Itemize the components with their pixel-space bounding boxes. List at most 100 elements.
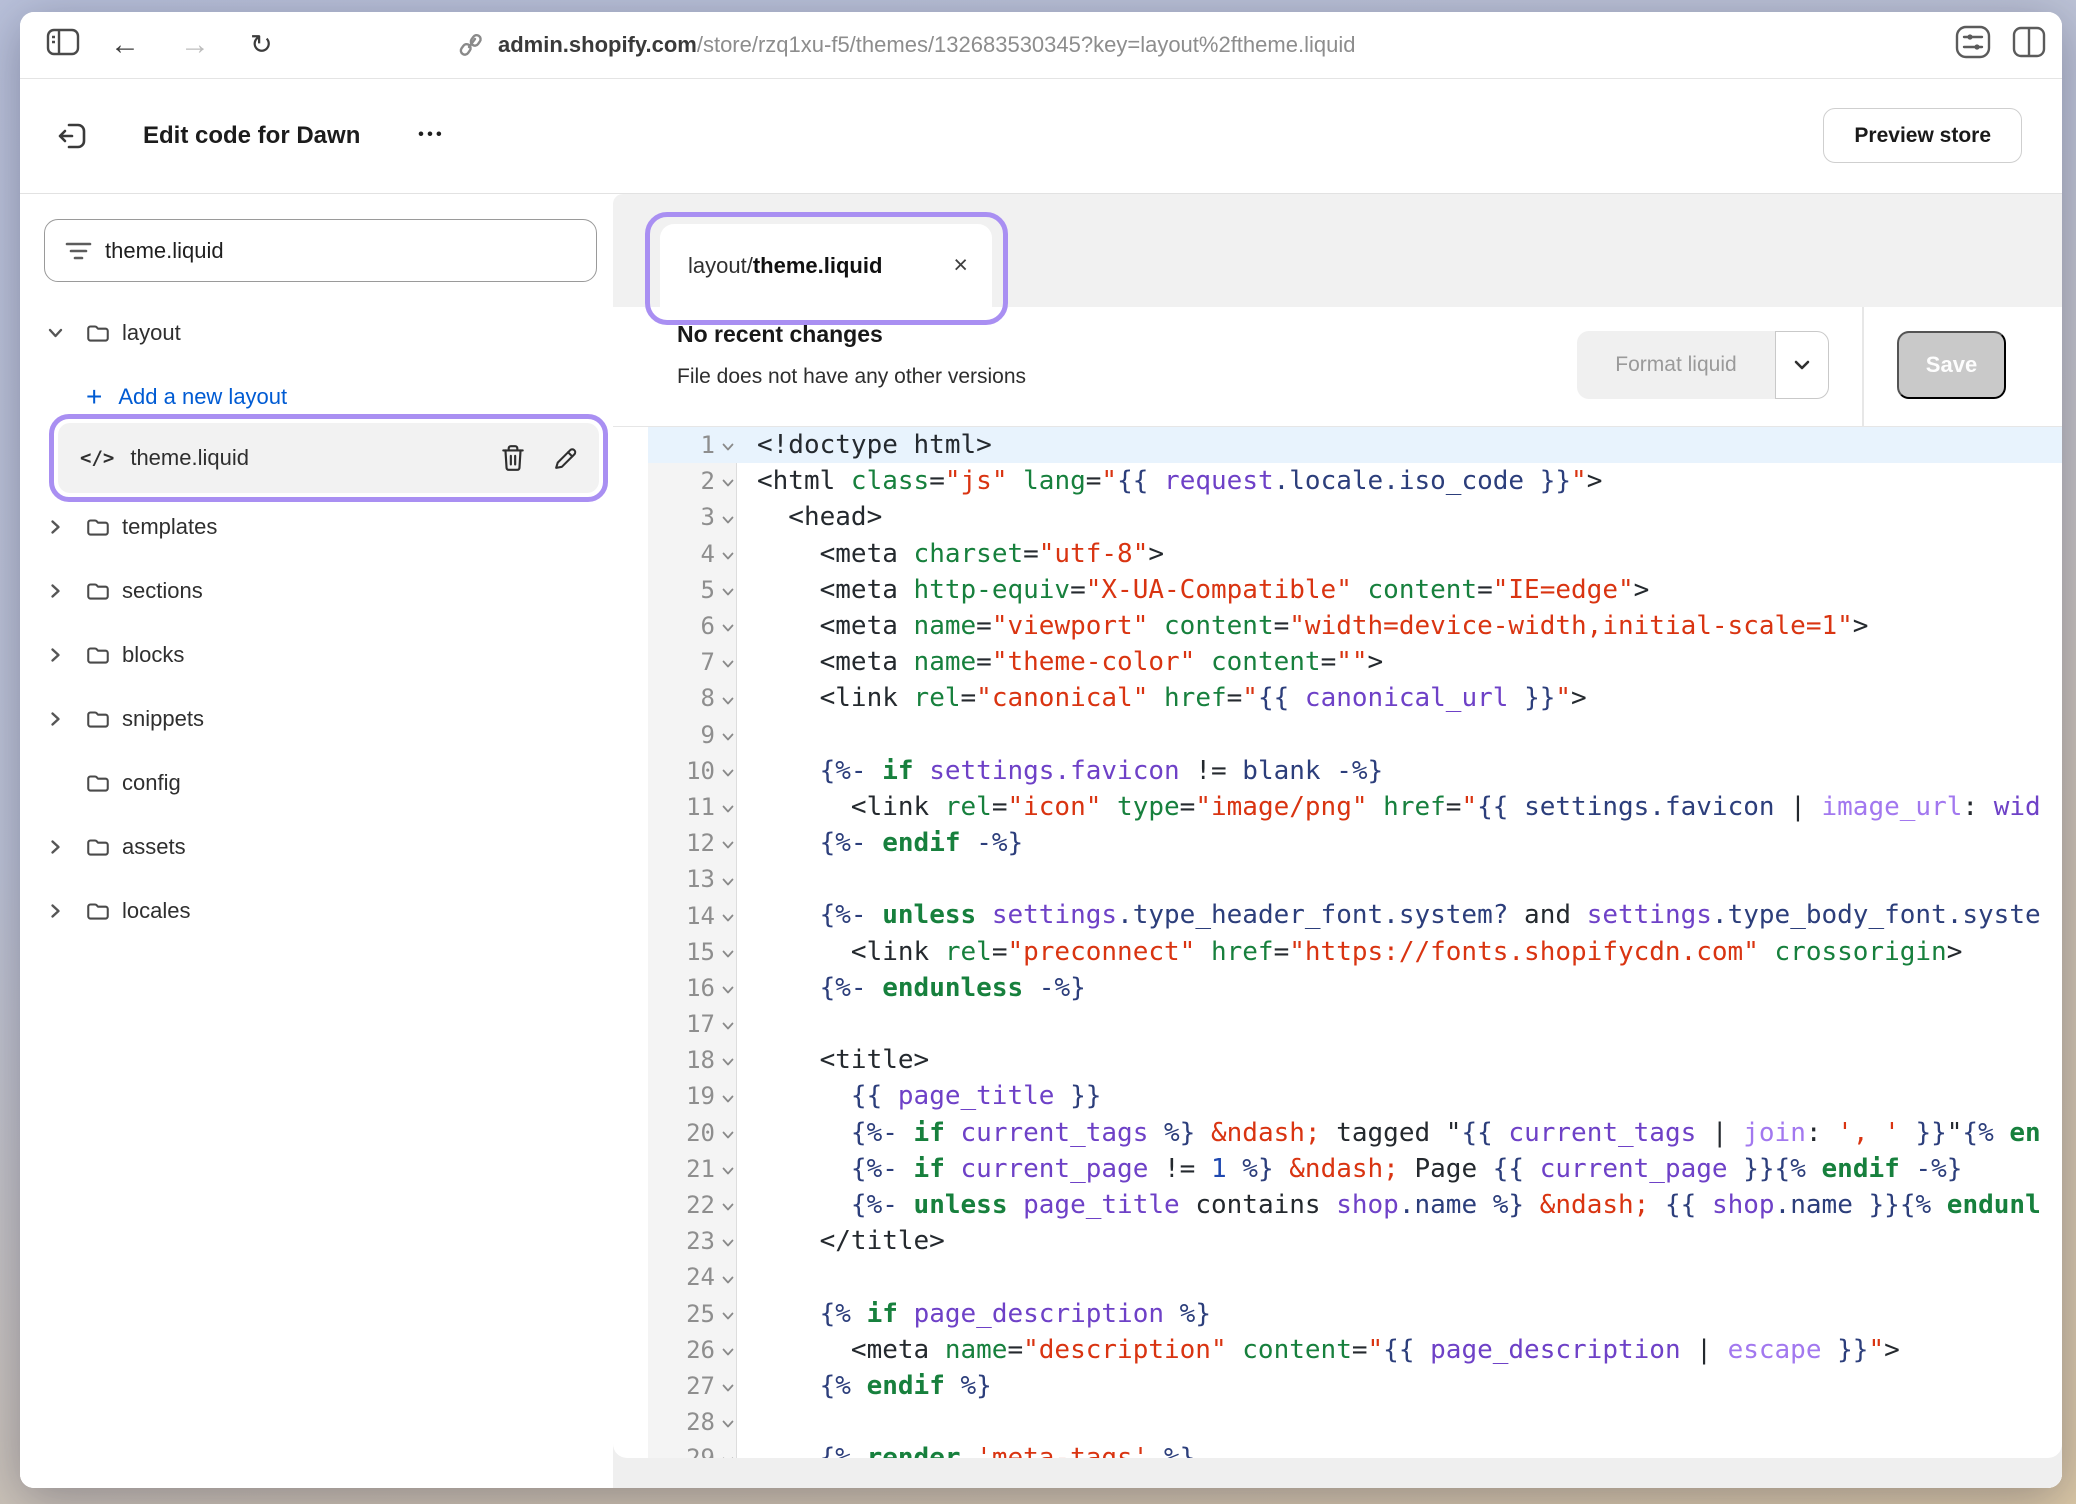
code-line[interactable]: 6 <meta name="viewport" content="width=d…	[648, 608, 2062, 644]
code-text[interactable]: {% if page_description %}	[737, 1296, 2062, 1332]
code-line[interactable]: 8 <link rel="canonical" href="{{ canonic…	[648, 680, 2062, 716]
sidebar-item-blocks[interactable]: blocks	[20, 623, 613, 687]
code-text[interactable]: <link rel="preconnect" href="https://fon…	[737, 934, 2062, 970]
code-text[interactable]: {%- endunless -%}	[737, 970, 2062, 1006]
tab-theme-liquid[interactable]: layout/theme.liquid ×	[660, 224, 992, 307]
fold-chevron-icon[interactable]	[722, 841, 734, 849]
code-text[interactable]	[737, 1006, 2062, 1042]
fold-chevron-icon[interactable]	[722, 1058, 734, 1066]
sidebar-item-layout[interactable]: layout	[20, 301, 613, 365]
fold-chevron-icon[interactable]	[722, 1203, 734, 1211]
code-line[interactable]: 28	[648, 1404, 2062, 1440]
exit-code-editor-icon[interactable]	[56, 119, 90, 153]
reload-icon[interactable]: ↻	[250, 32, 273, 59]
fold-chevron-icon[interactable]	[722, 1420, 734, 1428]
preview-store-button[interactable]: Preview store	[1823, 108, 2022, 163]
delete-file-icon[interactable]	[500, 444, 526, 472]
code-line[interactable]: 1 <!doctype html>	[648, 427, 2062, 463]
browser-settings-icon[interactable]	[1954, 24, 1992, 66]
save-button[interactable]: Save	[1897, 331, 2006, 399]
code-line[interactable]: 4 <meta charset="utf-8">	[648, 536, 2062, 572]
code-text[interactable]	[737, 717, 2062, 753]
chevron-down-icon[interactable]	[48, 778, 85, 788]
fold-chevron-icon[interactable]	[722, 914, 734, 922]
sidebar-toggle-icon[interactable]	[46, 28, 80, 62]
code-text[interactable]	[737, 861, 2062, 897]
code-text[interactable]: {%- if current_tags %} &ndash; tagged "{…	[737, 1115, 2062, 1151]
code-text[interactable]: <head>	[737, 499, 2062, 535]
code-line[interactable]: 5 <meta http-equiv="X-UA-Compatible" con…	[648, 572, 2062, 608]
file-search-box[interactable]	[44, 219, 597, 282]
fold-chevron-icon[interactable]	[722, 552, 734, 560]
fold-chevron-icon[interactable]	[722, 1276, 734, 1284]
fold-chevron-icon[interactable]	[722, 805, 734, 813]
code-line[interactable]: 2 <html class="js" lang="{{ request.loca…	[648, 463, 2062, 499]
sidebar-item-assets[interactable]: assets	[20, 815, 613, 879]
code-text[interactable]: {%- endif -%}	[737, 825, 2062, 861]
close-tab-icon[interactable]: ×	[953, 253, 968, 278]
chevron-right-icon[interactable]	[48, 842, 85, 852]
code-text[interactable]: <meta charset="utf-8">	[737, 536, 2062, 572]
code-text[interactable]: <link rel="icon" type="image/png" href="…	[737, 789, 2062, 825]
code-line[interactable]: 7 <meta name="theme-color" content="">	[648, 644, 2062, 680]
fold-chevron-icon[interactable]	[722, 1457, 734, 1459]
fold-chevron-icon[interactable]	[722, 1384, 734, 1392]
fold-chevron-icon[interactable]	[722, 1095, 734, 1103]
format-liquid-button[interactable]: Format liquid	[1577, 331, 1829, 399]
chevron-right-icon[interactable]	[48, 714, 85, 724]
code-line[interactable]: 9	[648, 717, 2062, 753]
code-text[interactable]: <title>	[737, 1042, 2062, 1078]
split-view-icon[interactable]	[2012, 26, 2046, 64]
rename-file-icon[interactable]	[552, 445, 579, 472]
code-line[interactable]: 13	[648, 861, 2062, 897]
code-text[interactable]	[737, 1404, 2062, 1440]
code-line[interactable]: 21 {%- if current_page != 1 %} &ndash; P…	[648, 1151, 2062, 1187]
code-line[interactable]: 12 {%- endif -%}	[648, 825, 2062, 861]
code-text[interactable]	[737, 1259, 2062, 1295]
fold-chevron-icon[interactable]	[722, 1312, 734, 1320]
code-line[interactable]: 18 <title>	[648, 1042, 2062, 1078]
code-text[interactable]: </title>	[737, 1223, 2062, 1259]
fold-chevron-icon[interactable]	[722, 950, 734, 958]
code-line[interactable]: 16 {%- endunless -%}	[648, 970, 2062, 1006]
search-input[interactable]	[103, 237, 547, 265]
chevron-right-icon[interactable]	[48, 586, 85, 596]
code-line[interactable]: 11 <link rel="icon" type="image/png" hre…	[648, 789, 2062, 825]
fold-chevron-icon[interactable]	[722, 1348, 734, 1356]
code-text[interactable]: {%- unless page_title contains shop.name…	[737, 1187, 2062, 1223]
code-text[interactable]: {%- if settings.favicon != blank -%}	[737, 753, 2062, 789]
address-bar[interactable]: admin.shopify.com/store/rzq1xu-f5/themes…	[458, 12, 1355, 78]
sidebar-item-locales[interactable]: locales	[20, 879, 613, 943]
fold-chevron-icon[interactable]	[722, 588, 734, 596]
code-line[interactable]: 29 {% render 'meta-tags' %}	[648, 1440, 2062, 1458]
code-text[interactable]: <link rel="canonical" href="{{ canonical…	[737, 680, 2062, 716]
fold-chevron-icon[interactable]	[722, 878, 734, 886]
code-text[interactable]: {%- unless settings.type_header_font.sys…	[737, 897, 2062, 933]
fold-chevron-icon[interactable]	[722, 986, 734, 994]
fold-chevron-icon[interactable]	[722, 660, 734, 668]
code-line[interactable]: 23 </title>	[648, 1223, 2062, 1259]
fold-chevron-icon[interactable]	[722, 479, 734, 487]
code-line[interactable]: 10 {%- if settings.favicon != blank -%}	[648, 753, 2062, 789]
code-text[interactable]: {% render 'meta-tags' %}	[737, 1440, 2062, 1458]
fold-chevron-icon[interactable]	[722, 733, 734, 741]
sidebar-item-sections[interactable]: sections	[20, 559, 613, 623]
chevron-right-icon[interactable]	[48, 906, 85, 916]
chevron-right-icon[interactable]	[48, 522, 85, 532]
sidebar-item-templates[interactable]: templates	[20, 495, 613, 559]
code-line[interactable]: 19 {{ page_title }}	[648, 1078, 2062, 1114]
code-text[interactable]: <meta name="description" content="{{ pag…	[737, 1332, 2062, 1368]
chevron-right-icon[interactable]	[48, 650, 85, 660]
code-line[interactable]: 17	[648, 1006, 2062, 1042]
chevron-down-icon[interactable]	[48, 328, 85, 338]
code-text[interactable]: <meta name="theme-color" content="">	[737, 644, 2062, 680]
code-text[interactable]: <!doctype html>	[737, 427, 2062, 463]
fold-chevron-icon[interactable]	[722, 769, 734, 777]
code-editor[interactable]: 1 <!doctype html> 2 <html class="js" lan…	[613, 426, 2062, 1458]
fold-chevron-icon[interactable]	[722, 624, 734, 632]
code-text[interactable]: <meta name="viewport" content="width=dev…	[737, 608, 2062, 644]
fold-chevron-icon[interactable]	[722, 1239, 734, 1247]
fold-chevron-icon[interactable]	[722, 1131, 734, 1139]
fold-chevron-icon[interactable]	[722, 697, 734, 705]
sidebar-item-config[interactable]: config	[20, 751, 613, 815]
